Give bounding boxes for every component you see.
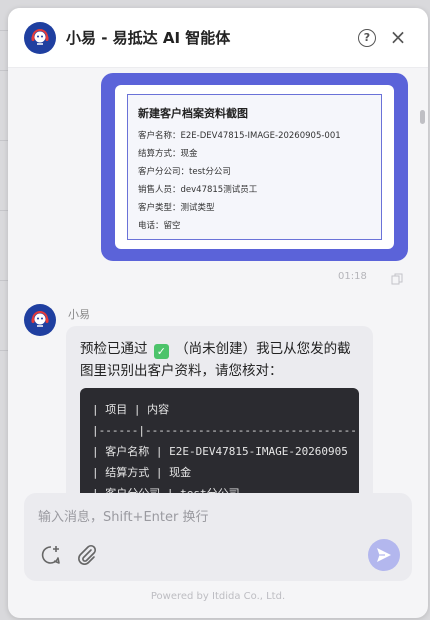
footer-credit: Powered by Itdida Co., Ltd.	[150, 591, 286, 602]
copy-icon[interactable]	[391, 270, 403, 285]
close-icon[interactable]: ×	[388, 26, 408, 48]
headset-robot-icon	[31, 311, 49, 327]
screenshot-line: 销售人员：dev47815测试员工	[138, 185, 258, 195]
screenshot-title: 新建客户档案资料截图	[138, 107, 248, 120]
attached-screenshot[interactable]: 新建客户档案资料截图 客户名称：E2E-DEV47815-IMAGE-20260…	[115, 85, 394, 249]
scrollbar[interactable]	[420, 72, 425, 492]
new-chat-icon[interactable]	[40, 544, 62, 566]
code-line: | 项目 | 内容	[92, 403, 170, 416]
screenshot-line: 电话：留空	[138, 221, 181, 231]
scrollbar-thumb[interactable]	[420, 110, 425, 124]
code-line: | 客户分公司 | test分公司	[92, 483, 347, 493]
message-timestamp: 01:18	[338, 271, 367, 282]
bot-name: 小易	[68, 308, 90, 321]
send-icon	[377, 548, 391, 562]
bot-message: 预检已通过 ✓ （尚未创建）我已从您发的截图里识别出客户资料，请您核对： | 项…	[66, 326, 373, 493]
code-line: |------|--------------------------------	[92, 424, 357, 437]
bot-message-text: 预检已通过 ✓ （尚未创建）我已从您发的截图里识别出客户资料，请您核对：	[80, 338, 359, 382]
composer	[24, 493, 412, 581]
code-block: | 项目 | 内容 |------|----------------------…	[80, 388, 359, 493]
screenshot-line: 客户类型：测试类型	[138, 203, 215, 213]
chat-title: 小易 - 易抵达 AI 智能体	[66, 29, 231, 47]
headset-robot-icon	[24, 22, 56, 54]
paperclip-icon[interactable]	[76, 544, 98, 566]
screenshot-line: 客户分公司：test分公司	[138, 167, 231, 177]
screenshot-line: 结算方式：现金	[138, 149, 198, 159]
bot-text-before: 预检已通过	[80, 341, 148, 357]
send-button[interactable]	[368, 539, 400, 571]
chat-header: 小易 - 易抵达 AI 智能体 ? ×	[8, 8, 428, 68]
message-input[interactable]	[38, 505, 378, 529]
screenshot-line: 客户名称：E2E-DEV47815-IMAGE-20260905-001	[138, 131, 341, 141]
chat-panel: 小易 - 易抵达 AI 智能体 ? × 新建客户档案资料截图 客户名称：E2E-…	[8, 8, 428, 618]
bot-avatar	[24, 304, 56, 336]
check-icon: ✓	[153, 344, 169, 359]
code-line: | 客户名称 | E2E-DEV47815-IMAGE-20260905	[92, 445, 348, 458]
code-line: | 结算方式 | 现金	[92, 466, 192, 479]
question-circle-icon[interactable]: ?	[358, 29, 376, 47]
user-image-message[interactable]: 新建客户档案资料截图 客户名称：E2E-DEV47815-IMAGE-20260…	[101, 73, 408, 261]
message-list[interactable]: 新建客户档案资料截图 客户名称：E2E-DEV47815-IMAGE-20260…	[8, 68, 428, 493]
screenshot-content: 新建客户档案资料截图 客户名称：E2E-DEV47815-IMAGE-20260…	[127, 94, 382, 240]
